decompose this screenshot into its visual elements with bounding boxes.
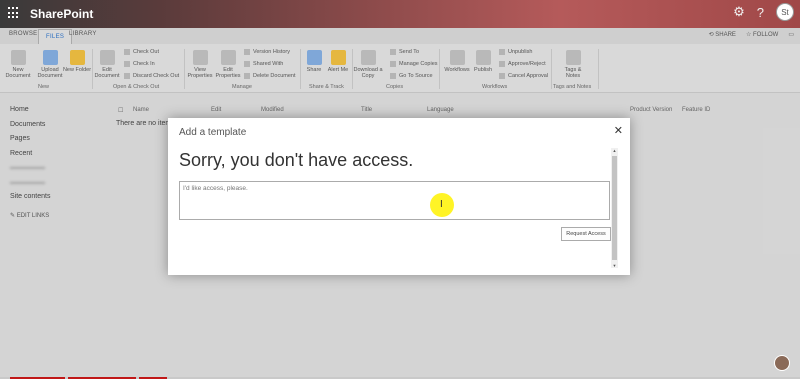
request-message-input[interactable]	[179, 181, 610, 220]
download-copy-button[interactable]: Download a Copy	[353, 50, 383, 80]
tab-files[interactable]: FILES	[38, 29, 73, 44]
group-open-label: Open & Check Out	[113, 84, 160, 90]
access-denied-heading: Sorry, you don't have access.	[179, 150, 414, 170]
new-document-button[interactable]: New Document	[3, 50, 33, 80]
tab-library[interactable]: LIBRARY	[69, 31, 97, 37]
access-dialog: Add a template ✕ Sorry, you don't have a…	[168, 118, 630, 275]
avatar[interactable]: St	[776, 3, 794, 21]
app-launcher-icon[interactable]	[8, 7, 20, 19]
share-icon	[306, 50, 322, 65]
group-tags-label: Tags and Notes	[553, 84, 592, 90]
suite-bar: SharePoint ⚙ ? St	[0, 0, 800, 28]
group-workflows-label: Workflows	[482, 84, 508, 90]
delete-document-button[interactable]: Delete Document	[244, 73, 296, 79]
dialog-title: Add a template	[179, 127, 247, 138]
new-document-icon	[10, 50, 26, 65]
alert-me-button[interactable]: Alert Me	[323, 50, 353, 73]
upload-document-button[interactable]: Upload Document	[35, 50, 65, 80]
go-to-source-button[interactable]: Go To Source	[390, 73, 433, 79]
help-icon[interactable]: ?	[757, 5, 764, 20]
history-icon	[244, 49, 250, 55]
group-copies-label: Copies	[386, 84, 404, 90]
approve-icon	[499, 61, 505, 67]
group-share-label: Share & Track	[309, 84, 344, 90]
unpublish-icon	[499, 49, 505, 55]
edit-document-button[interactable]: Edit Document	[92, 50, 122, 80]
follow-link[interactable]: ☆ FOLLOW	[746, 31, 778, 38]
view-properties-button[interactable]: View Properties	[185, 50, 215, 80]
check-out-icon	[124, 49, 130, 55]
upload-icon	[42, 50, 58, 65]
text-cursor-icon: I	[440, 199, 443, 210]
group-new-label: New	[38, 84, 50, 90]
unpublish-button[interactable]: Unpublish	[499, 49, 532, 55]
divider	[598, 49, 599, 89]
manage-copies-button[interactable]: Manage Copies	[390, 61, 438, 67]
presenter-avatar	[774, 355, 790, 371]
focus-icon[interactable]: ▭	[788, 31, 794, 38]
edit-properties-button[interactable]: Edit Properties	[213, 50, 243, 80]
scroll-up-icon[interactable]: ▲	[611, 148, 618, 153]
star-icon: ☆	[745, 32, 753, 38]
delete-icon	[244, 73, 250, 79]
folder-icon	[69, 50, 85, 65]
edit-properties-icon	[220, 50, 236, 65]
approve-reject-button[interactable]: Approve/Reject	[499, 61, 546, 67]
brand-title[interactable]: SharePoint	[30, 7, 93, 21]
workflow-icon	[449, 50, 465, 65]
dialog-scrollbar[interactable]: ▲ ▼	[611, 148, 618, 268]
ribbon-tabs: BROWSE FILES LIBRARY ⟲ SHARE ☆ FOLLOW ▭	[0, 28, 800, 44]
download-icon	[360, 50, 376, 65]
check-in-button[interactable]: Check In	[124, 61, 155, 67]
ribbon: New Document Upload Document New Folder …	[0, 44, 800, 93]
send-to-button[interactable]: Send To	[390, 49, 419, 55]
check-in-icon	[124, 61, 130, 67]
view-properties-icon	[192, 50, 208, 65]
tab-browse[interactable]: BROWSE	[9, 31, 37, 37]
check-out-button[interactable]: Check Out	[124, 49, 159, 55]
discard-check-out-button[interactable]: Discard Check Out	[124, 73, 179, 79]
new-folder-button[interactable]: New Folder	[62, 50, 92, 73]
tags-icon	[565, 50, 581, 65]
copies-icon	[390, 61, 396, 67]
gear-icon[interactable]: ⚙	[733, 4, 745, 20]
version-history-button[interactable]: Version History	[244, 49, 290, 55]
close-icon[interactable]: ✕	[614, 124, 623, 137]
share-link[interactable]: ⟲ SHARE	[709, 31, 736, 38]
publish-button[interactable]: Publish	[468, 50, 498, 73]
send-icon	[390, 49, 396, 55]
cancel-icon	[499, 73, 505, 79]
people-icon	[244, 61, 250, 67]
shared-with-button[interactable]: Shared With	[244, 61, 283, 67]
request-access-button[interactable]: Request Access	[561, 227, 611, 241]
divider	[551, 49, 552, 89]
publish-icon	[475, 50, 491, 65]
scrollbar-thumb[interactable]	[612, 156, 617, 260]
source-icon	[390, 73, 396, 79]
discard-icon	[124, 73, 130, 79]
tags-notes-button[interactable]: Tags & Notes	[558, 50, 588, 80]
bell-icon	[330, 50, 346, 65]
divider	[439, 49, 440, 89]
edit-document-icon	[99, 50, 115, 65]
scroll-down-icon[interactable]: ▼	[611, 263, 618, 268]
cancel-approval-button[interactable]: Cancel Approval	[499, 73, 548, 79]
group-manage-label: Manage	[232, 84, 252, 90]
